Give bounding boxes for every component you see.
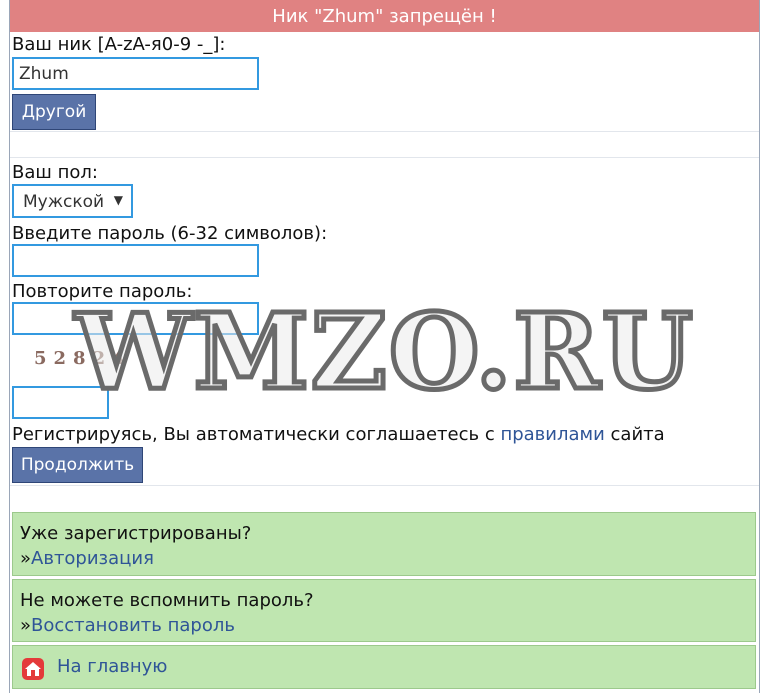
home-icon bbox=[22, 658, 44, 680]
repeat-password-input[interactable] bbox=[12, 302, 259, 335]
home-box: На главную bbox=[12, 645, 756, 689]
agreement-suffix: сайта bbox=[610, 424, 665, 445]
restore-password-link[interactable]: Восстановить пароль bbox=[31, 615, 235, 636]
agreement-text: Регистрируясь, Вы автоматически соглашае… bbox=[12, 424, 665, 445]
repeat-password-label: Повторите пароль: bbox=[12, 281, 193, 302]
rules-link[interactable]: правилами bbox=[500, 424, 604, 445]
gender-select[interactable]: Мужской ▼ bbox=[12, 184, 133, 218]
restore-box-title: Не можете вспомнить пароль? bbox=[20, 590, 314, 611]
registration-form: Ник "Zhum" запрещён ! Ваш ник [A-zA-я0-9… bbox=[9, 0, 760, 693]
restore-box: Не можете вспомнить пароль? »Восстановит… bbox=[12, 579, 756, 642]
continue-button[interactable]: Продолжить bbox=[12, 447, 143, 483]
password-label: Введите пароль (6-32 символов): bbox=[12, 223, 328, 244]
restore-box-line: »Восстановить пароль bbox=[20, 615, 235, 636]
login-box-title: Уже зарегистрированы? bbox=[20, 523, 252, 544]
chevron-down-icon: ▼ bbox=[113, 193, 123, 207]
nick-input[interactable] bbox=[12, 57, 259, 90]
link-prefix: » bbox=[20, 615, 32, 636]
login-link[interactable]: Авторизация bbox=[31, 548, 154, 569]
gender-selected-value: Мужской bbox=[23, 192, 105, 212]
captcha-input[interactable] bbox=[12, 386, 109, 419]
captcha-image: 52824 bbox=[34, 348, 132, 369]
password-input[interactable] bbox=[12, 244, 259, 277]
error-banner: Ник "Zhum" запрещён ! bbox=[10, 0, 759, 32]
agreement-prefix: Регистрируясь, Вы автоматически соглашае… bbox=[12, 424, 495, 445]
login-box: Уже зарегистрированы? »Авторизация bbox=[12, 512, 756, 576]
gender-label: Ваш пол: bbox=[12, 162, 98, 183]
link-prefix: » bbox=[20, 548, 32, 569]
nick-label: Ваш ник [A-zA-я0-9 -_]: bbox=[12, 34, 226, 55]
divider bbox=[10, 131, 759, 132]
other-nick-button[interactable]: Другой bbox=[12, 94, 96, 130]
divider bbox=[10, 485, 759, 486]
divider bbox=[10, 157, 759, 158]
login-box-line: »Авторизация bbox=[20, 548, 154, 569]
home-link[interactable]: На главную bbox=[57, 656, 167, 677]
